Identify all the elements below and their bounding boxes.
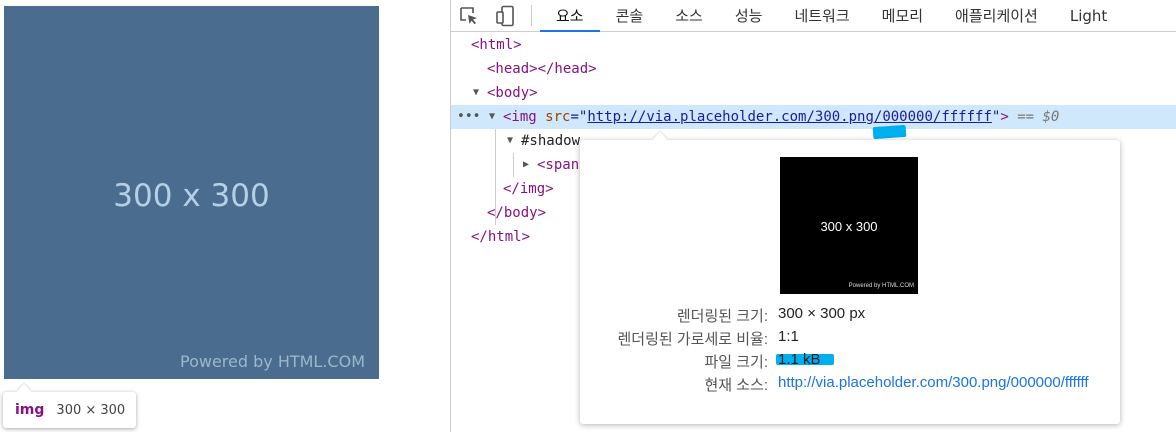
tooltip-tag-name: img [15,402,45,418]
tab-sources[interactable]: 소스 [659,0,719,31]
aspect-ratio-row: 렌더링된 가로세로 비율: 1:1 [580,328,1120,350]
image-preview-popover: 300 x 300 Powered by HTML.COM 렌더링된 크기: 3… [580,140,1120,424]
img-src-attr: src [545,109,571,125]
expand-arrow-icon[interactable]: ▼ [489,105,503,129]
tab-network[interactable]: 네트워크 [778,0,865,31]
equals-quote: =" [570,109,588,125]
tab-elements[interactable]: 요소 [540,0,600,32]
current-source-label: 현재 소스: [704,377,768,394]
selected-node-marker: == $0 [1017,109,1060,125]
dom-node-img-selected[interactable]: ••• ▼ <img src="http://via.placeholder.c… [451,105,1176,129]
toolbar-separator [531,5,532,26]
tab-application[interactable]: 애플리케이션 [939,0,1054,31]
head-tag: <head></head> [487,61,597,77]
img-open-tag: <img [503,109,537,125]
tab-memory[interactable]: 메모리 [866,0,939,31]
tab-lighthouse[interactable]: Light [1054,0,1123,31]
current-source-link[interactable]: http://via.placeholder.com/300.png/00000… [778,374,1118,392]
collapsed-arrow-icon[interactable]: ▶ [523,153,537,177]
shadow-root-label: #shadow [521,133,581,149]
page-viewport: 300 x 300 Powered by HTML.COM img 300 × … [0,0,450,432]
rendered-size-label: 렌더링된 크기: [676,308,768,325]
indent-guide [513,153,514,177]
image-preview: 300 x 300 Powered by HTML.COM [780,157,918,294]
body-open-tag: <body> [487,85,538,101]
img-close-tag: </img> [503,181,554,197]
file-size-label: 파일 크기: [704,354,768,371]
preview-size-text: 300 x 300 [820,219,878,234]
html-close-tag: </html> [471,229,531,245]
indent-guide [495,129,496,225]
annotation-highlight-mark [872,124,907,140]
dom-node-head[interactable]: <head></head> [451,57,1176,81]
img-tag-close: > [1000,109,1009,125]
element-inspect-tooltip: img 300 × 300 [3,392,136,428]
aspect-ratio-value: 1:1 [778,328,799,345]
inspect-element-icon[interactable] [451,0,487,31]
html-open-tag: <html> [471,37,522,53]
span-tag: <span [537,157,580,173]
tab-console[interactable]: 콘솔 [600,0,660,31]
expand-arrow-icon[interactable]: ▼ [507,129,521,153]
file-size-row: 파일 크기: 1.1 kB [580,351,1120,373]
placeholder-powered-text: Powered by HTML.COM [180,352,365,371]
tooltip-dimensions: 300 × 300 [56,402,126,418]
devtools-toolbar: 요소 콘솔 소스 성능 네트워크 메모리 애플리케이션 Light [451,0,1176,32]
current-source-row: 현재 소스: http://via.placeholder.com/300.pn… [580,374,1120,414]
dom-node-body[interactable]: ▼ <body> [451,81,1176,105]
dom-node-html[interactable]: <html> [451,33,1176,57]
rendered-size-row: 렌더링된 크기: 300 × 300 px [580,305,1120,327]
tab-performance[interactable]: 성능 [719,0,779,31]
placeholder-size-text: 300 x 300 [113,178,270,214]
img-src-link[interactable]: http://via.placeholder.com/300.png/00000… [587,109,992,125]
placeholder-image[interactable]: 300 x 300 Powered by HTML.COM [4,6,379,379]
aspect-ratio-label: 렌더링된 가로세로 비율: [617,331,768,348]
file-size-value: 1.1 kB [778,351,821,368]
more-options-icon[interactable]: ••• [457,105,480,129]
device-toolbar-icon[interactable] [487,0,523,31]
rendered-size-value: 300 × 300 px [778,305,866,322]
expand-arrow-icon[interactable]: ▼ [473,81,487,105]
preview-powered-text: Powered by HTML.COM [848,283,914,289]
